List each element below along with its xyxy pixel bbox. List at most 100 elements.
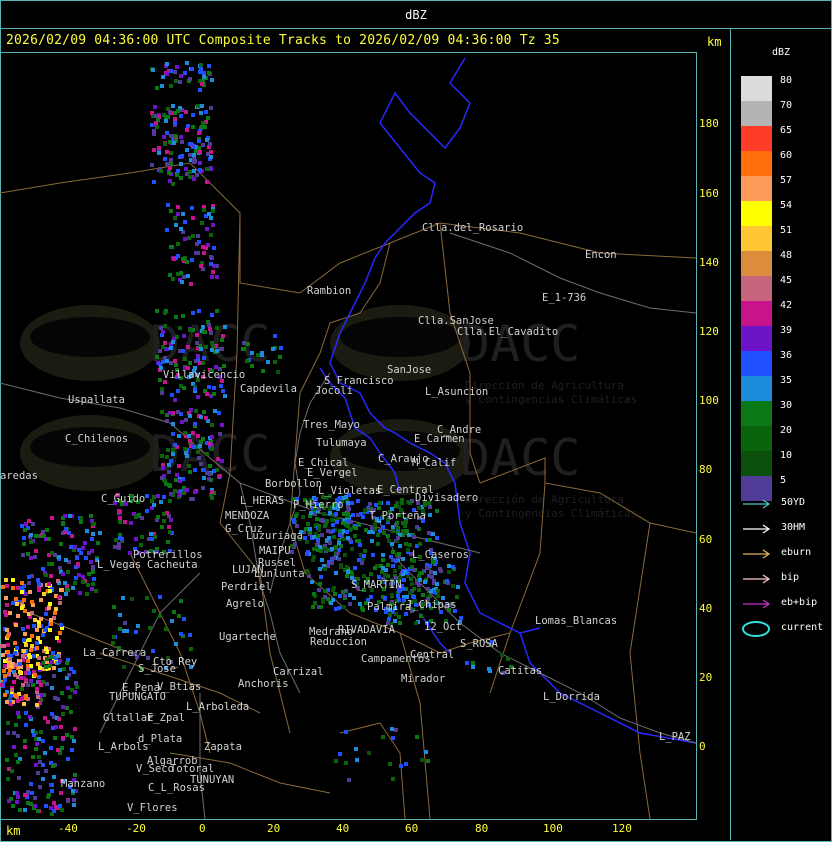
echo-cell xyxy=(64,527,68,531)
echo-cell xyxy=(36,809,40,813)
echo-cell xyxy=(215,309,219,313)
echo-cell xyxy=(33,673,37,677)
echo-cell xyxy=(218,432,222,436)
echo-cell xyxy=(21,654,25,658)
echo-cell xyxy=(176,254,180,258)
echo-cell xyxy=(182,386,186,390)
echo-cell xyxy=(58,566,62,570)
place-label: Lunlunta xyxy=(254,568,305,580)
echo-cell xyxy=(12,745,16,749)
echo-cell xyxy=(209,447,213,451)
echo-cell xyxy=(174,223,178,227)
echo-cell xyxy=(26,667,30,671)
echo-cell xyxy=(188,633,192,637)
echo-cell xyxy=(341,521,345,525)
echo-cell xyxy=(159,500,163,504)
echo-cell xyxy=(403,570,407,574)
echo-cell xyxy=(195,333,199,337)
echo-cell xyxy=(199,462,203,466)
echo-cell xyxy=(381,566,385,570)
echo-cell xyxy=(4,578,8,582)
echo-cell xyxy=(84,556,88,560)
echo-cell xyxy=(59,623,63,627)
echo-cell xyxy=(194,359,198,363)
echo-cell xyxy=(370,539,374,543)
echo-cell xyxy=(56,579,60,583)
place-label: P_Hierro xyxy=(293,499,344,511)
echo-cell xyxy=(61,572,65,576)
echo-cell xyxy=(191,125,195,129)
echo-cell xyxy=(35,742,39,746)
echo-cell xyxy=(168,140,172,144)
echo-cell xyxy=(261,369,265,373)
legend-swatch xyxy=(741,326,772,351)
track-key-label: current xyxy=(781,622,824,633)
product-title: dBZ xyxy=(405,8,427,22)
x-tick-label: 100 xyxy=(543,822,563,835)
echo-cell xyxy=(169,158,173,162)
echo-cell xyxy=(193,468,197,472)
echo-cell xyxy=(312,555,316,559)
echo-cell xyxy=(15,791,19,795)
echo-cell xyxy=(213,409,217,413)
echo-cell xyxy=(348,593,352,597)
echo-cell xyxy=(373,523,377,527)
echo-cell xyxy=(169,459,173,463)
echo-cell xyxy=(170,245,174,249)
echo-cell xyxy=(435,509,439,513)
echo-cell xyxy=(34,747,38,751)
echo-cell xyxy=(169,151,173,155)
echo-cell xyxy=(90,537,94,541)
radar-map[interactable]: DACC DACC Dirección de Agricultura y Con… xyxy=(0,52,697,820)
echo-cell xyxy=(426,587,430,591)
echo-cell xyxy=(428,513,432,517)
echo-cell xyxy=(37,737,41,741)
echo-cell xyxy=(173,216,177,220)
place-label: Carrizal xyxy=(273,666,324,678)
legend-swatch-label: 60 xyxy=(780,150,793,161)
echo-cell xyxy=(31,683,35,687)
echo-cell xyxy=(414,621,418,625)
x-tick-label: 0 xyxy=(199,822,206,835)
echo-cell xyxy=(39,598,43,602)
echo-cell xyxy=(35,687,39,691)
echo-cell xyxy=(197,309,201,313)
echo-cell xyxy=(319,575,323,579)
echo-cell xyxy=(311,605,315,609)
radar-map-canvas[interactable]: DACC DACC Dirección de Agricultura y Con… xyxy=(0,53,696,819)
echo-cell xyxy=(30,600,34,604)
echo-cell xyxy=(188,153,192,157)
echo-cell xyxy=(0,644,4,648)
echo-cell xyxy=(26,552,30,556)
track-key: bip xyxy=(741,572,831,586)
echo-cell xyxy=(16,760,20,764)
echo-cell xyxy=(194,251,198,255)
echo-cell xyxy=(216,457,220,461)
echo-cell xyxy=(172,610,176,614)
echo-cell xyxy=(158,362,162,366)
echo-cell xyxy=(85,529,89,533)
echo-cell xyxy=(358,602,362,606)
echo-cell xyxy=(354,526,358,530)
echo-cell xyxy=(345,574,349,578)
echo-cell xyxy=(337,541,341,545)
echo-cell xyxy=(323,589,327,593)
echo-cell xyxy=(168,499,172,503)
echo-cell xyxy=(409,577,413,581)
echo-cell xyxy=(164,119,168,123)
echo-cell xyxy=(55,636,59,640)
place-label: RIVADAVIA xyxy=(338,624,396,636)
echo-cell xyxy=(24,696,28,700)
echo-cell xyxy=(41,633,45,637)
echo-cell xyxy=(195,242,199,246)
echo-cell xyxy=(63,514,67,518)
echo-cell xyxy=(335,520,339,524)
echo-cell xyxy=(168,110,172,114)
echo-cell xyxy=(48,602,52,606)
echo-cell xyxy=(32,624,36,628)
echo-cell xyxy=(221,334,225,338)
legend-swatch xyxy=(741,126,772,151)
track-key: current xyxy=(741,621,831,637)
echo-cell xyxy=(165,72,169,76)
echo-cell xyxy=(354,747,358,751)
